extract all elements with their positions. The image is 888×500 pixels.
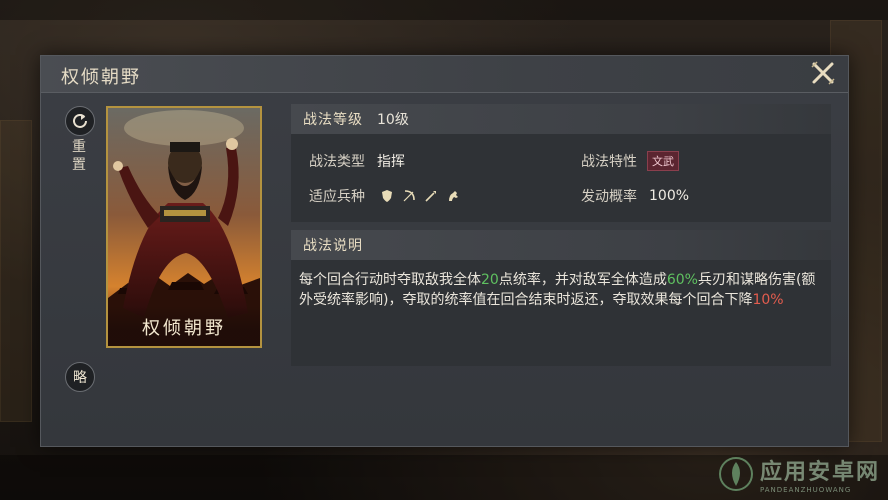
spear-icon [423, 188, 439, 204]
description-header: 战法说明 [291, 230, 831, 260]
reset-button[interactable] [65, 106, 95, 136]
tactic-type-value: 指挥 [377, 154, 405, 170]
tactic-info-panel: 战法等级 10级 战法类型 指挥 战法特性 文武 适应兵种 发动概率 100% [291, 104, 831, 222]
troop-type-row: 适应兵种 [309, 186, 461, 206]
shield-icon [379, 188, 395, 204]
dialog-title: 权倾朝野 [61, 67, 141, 88]
level-label: 战法等级 [303, 112, 363, 128]
watermark: 应用安卓网 PANDEANZHUOWANG [716, 454, 880, 494]
background-decoration [0, 120, 32, 422]
lue-button[interactable]: 略 [65, 362, 95, 392]
reset-label[interactable]: 重置 [71, 138, 87, 174]
bow-icon [401, 188, 417, 204]
trigger-chance-row: 发动概率 100% [581, 186, 689, 206]
close-button[interactable] [808, 58, 838, 88]
description-label: 战法说明 [303, 238, 363, 254]
tactic-trait-tag: 文武 [647, 151, 679, 171]
description-part: 每个回合行动时夺取敌我全体 [299, 272, 481, 288]
description-part: 点统率，并对敌军全体造成 [498, 272, 667, 288]
tactic-type-row: 战法类型 指挥 [309, 151, 405, 171]
reset-icon [73, 114, 87, 128]
background-strip [0, 0, 888, 20]
watermark-subtext: PANDEANZHUOWANG [759, 486, 852, 494]
tactic-type-label: 战法类型 [309, 154, 365, 170]
level-header: 战法等级 10级 [291, 104, 831, 134]
close-icon [811, 61, 835, 85]
tactic-description-text: 每个回合行动时夺取敌我全体20点统率，并对敌军全体造成60%兵刃和谋略伤害(额外… [299, 270, 823, 310]
tactic-trait-row: 战法特性 文武 [581, 151, 679, 171]
tactic-card: 权倾朝野 [106, 106, 262, 348]
tactic-card-name: 权倾朝野 [142, 318, 226, 339]
tactic-description-panel: 战法说明 每个回合行动时夺取敌我全体20点统率，并对敌军全体造成60%兵刃和谋略… [291, 230, 831, 366]
lue-label: 略 [73, 370, 87, 386]
horse-icon [445, 188, 461, 204]
trigger-chance-label: 发动概率 [581, 189, 637, 205]
dialog-titlebar: 权倾朝野 [41, 56, 848, 93]
tactic-detail-dialog: 权倾朝野 重置 略 权倾朝野 战法等级 10级 战法类型 指挥 战法特性 文武 … [40, 55, 849, 447]
level-value: 10级 [377, 112, 409, 128]
trigger-chance-value: 100% [649, 188, 690, 204]
watermark-logo-icon [718, 457, 753, 491]
description-value-green: 20 [481, 272, 499, 288]
description-value-green: 60% [666, 272, 698, 288]
description-value-red: 10% [752, 292, 784, 308]
tactic-trait-label: 战法特性 [581, 154, 637, 170]
troop-type-label: 适应兵种 [309, 189, 365, 205]
watermark-text: 应用安卓网 [759, 460, 880, 485]
